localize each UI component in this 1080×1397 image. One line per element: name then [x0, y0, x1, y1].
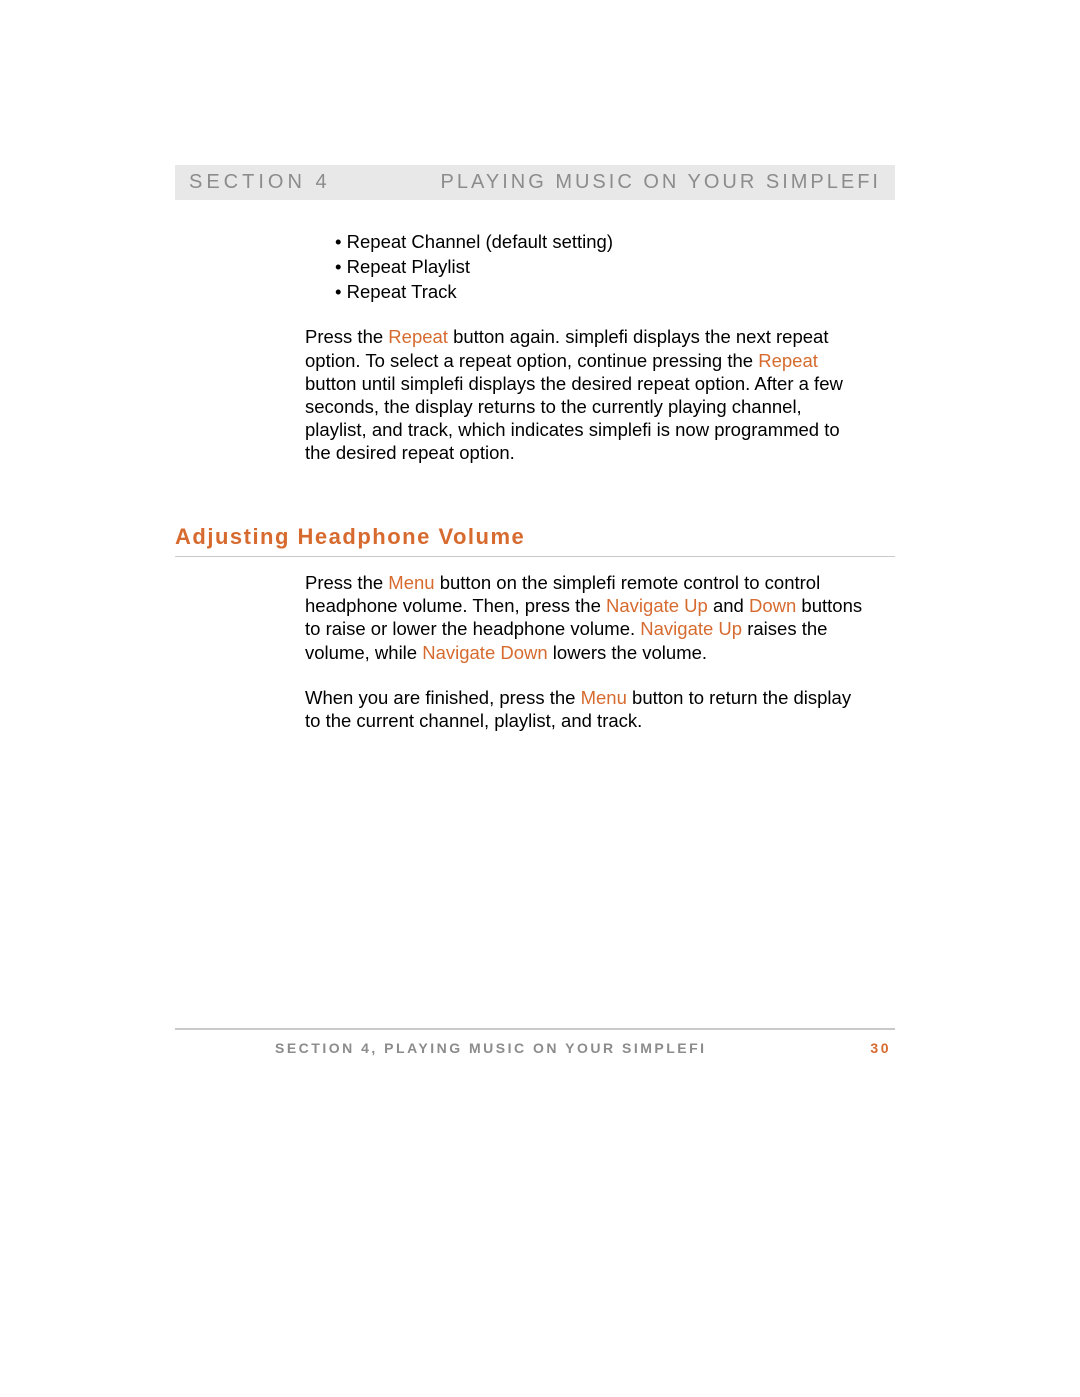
text-run: Press the: [305, 326, 388, 347]
keyword-navigate-down: Navigate Down: [422, 642, 547, 663]
keyword-repeat: Repeat: [758, 350, 818, 371]
keyword-navigate-up: Navigate Up: [640, 618, 742, 639]
keyword-menu: Menu: [388, 572, 434, 593]
text-run: lowers the volume.: [548, 642, 707, 663]
text-run: button until simplefi displays the desir…: [305, 373, 843, 463]
page-number: 30: [870, 1040, 891, 1056]
keyword-navigate-up: Navigate Up: [606, 595, 708, 616]
paragraph-volume-2: When you are finished, press the Menu bu…: [305, 686, 865, 732]
list-item: Repeat Channel (default setting): [335, 230, 865, 253]
paragraph-repeat: Press the Repeat button again. simplefi …: [305, 325, 865, 464]
repeat-options-list: Repeat Channel (default setting) Repeat …: [335, 230, 865, 303]
text-run: Press the: [305, 572, 388, 593]
keyword-menu: Menu: [581, 687, 627, 708]
footer-line: SECTION 4, PLAYING MUSIC ON YOUR SIMPLEF…: [175, 1040, 895, 1056]
list-item: Repeat Playlist: [335, 255, 865, 278]
page-content: SECTION 4 PLAYING MUSIC ON YOUR SIMPLEFI…: [175, 165, 895, 754]
list-item: Repeat Track: [335, 280, 865, 303]
text-run: and: [708, 595, 749, 616]
footer-section-label: SECTION 4, PLAYING MUSIC ON YOUR SIMPLEF…: [275, 1040, 707, 1056]
section-header-bar: SECTION 4 PLAYING MUSIC ON YOUR SIMPLEFI: [175, 165, 895, 200]
page-footer: SECTION 4, PLAYING MUSIC ON YOUR SIMPLEF…: [175, 1028, 895, 1056]
text-run: When you are finished, press the: [305, 687, 581, 708]
keyword-down: Down: [749, 595, 796, 616]
footer-rule: [175, 1028, 895, 1030]
section-title: PLAYING MUSIC ON YOUR SIMPLEFI: [441, 171, 881, 194]
paragraph-volume-1: Press the Menu button on the simplefi re…: [305, 571, 865, 664]
subheading-adjusting-volume: Adjusting Headphone Volume: [175, 524, 895, 557]
keyword-repeat: Repeat: [388, 326, 448, 347]
section-number: SECTION 4: [189, 171, 331, 194]
body-block-1: Repeat Channel (default setting) Repeat …: [305, 230, 865, 464]
body-block-2: Press the Menu button on the simplefi re…: [305, 571, 865, 732]
